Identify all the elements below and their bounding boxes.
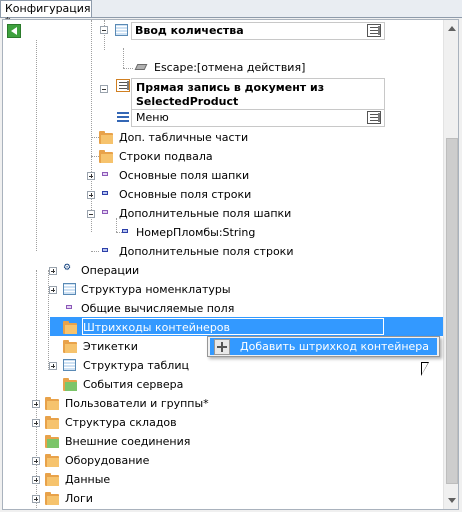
field-icon [66, 305, 72, 309]
tree-line [36, 270, 37, 509]
tree-item-labels[interactable]: Этикетки [83, 340, 138, 353]
table-icon [63, 359, 76, 371]
add-icon [214, 339, 230, 355]
tree-item-seal-number[interactable]: НомерПломбы:String [136, 226, 255, 239]
expand-toggle[interactable] [49, 267, 57, 275]
expand-toggle[interactable] [87, 191, 95, 199]
key-icon [134, 64, 148, 70]
tree-item-nomenclature-structure[interactable]: Структура номенклатуры [81, 283, 231, 296]
field-icon [102, 210, 108, 214]
expand-toggle[interactable] [49, 286, 57, 294]
collapse-left-icon[interactable] [7, 24, 21, 38]
expand-toggle[interactable] [32, 476, 40, 484]
folder-icon [45, 473, 59, 486]
field-icon [122, 229, 128, 233]
expand-toggle[interactable] [32, 495, 40, 503]
collapse-toggle[interactable] [100, 85, 108, 93]
connections-folder-icon [45, 435, 59, 448]
configuration-tree-panel: Ввод количества Escape:[отмена действия]… [2, 19, 459, 510]
vertical-scrollbar[interactable] [443, 20, 458, 509]
scroll-down-icon[interactable] [448, 498, 456, 503]
tree-item-operations[interactable]: Операции [81, 264, 139, 277]
expand-toggle[interactable] [32, 419, 40, 427]
scroll-up-icon[interactable] [448, 26, 456, 31]
tree-item-table-structure[interactable]: Структура таблиц [83, 359, 189, 372]
tree-line [48, 270, 49, 370]
tree-item-common-computed-fields[interactable]: Общие вычисляемые поля [81, 302, 234, 315]
tree-item-footer-rows[interactable]: Строки подвала [119, 150, 213, 163]
tree-item-extra-table-parts[interactable]: Доп. табличные части [119, 131, 248, 144]
expand-toggle[interactable] [32, 457, 40, 465]
context-menu-add-container-barcode[interactable]: Добавить штрихкод контейнера [210, 338, 437, 355]
edit-icon[interactable] [367, 111, 381, 124]
tab-bar: Конфигурация * [0, 0, 462, 28]
tree-item-data[interactable]: Данные [65, 473, 110, 486]
context-menu: Добавить штрихкод контейнера [207, 336, 440, 357]
scrollbar-thumb[interactable] [446, 138, 458, 484]
field-icon [102, 191, 108, 195]
tree-line [116, 218, 117, 232]
table-icon [115, 24, 128, 36]
tree-item-escape[interactable]: Escape:[отмена действия] [154, 61, 305, 74]
expand-toggle[interactable] [49, 362, 57, 370]
tree-line [91, 251, 99, 252]
operations-icon: ⚙ [63, 263, 72, 273]
tree-item-equipment[interactable]: Оборудование [65, 454, 149, 467]
tree-item-users-groups[interactable]: Пользователи и группы* [65, 397, 209, 410]
cell-border [131, 109, 385, 127]
tree-line [36, 40, 37, 251]
tree-item-main-row-fields[interactable]: Основные поля строки [119, 188, 251, 201]
tree-line [91, 156, 99, 157]
tab-configuration[interactable]: Конфигурация * [0, 0, 92, 28]
mouse-cursor-icon [421, 362, 429, 376]
folder-icon [45, 492, 59, 505]
tree-item-server-events[interactable]: События сервера [83, 378, 183, 391]
folder-icon [45, 454, 59, 467]
events-icon [63, 378, 77, 391]
tree-item-extra-row-fields[interactable]: Дополнительные поля строки [119, 245, 293, 258]
cell-border [131, 22, 385, 40]
tree-line [91, 20, 92, 232]
selected-cell-border [82, 318, 384, 335]
users-folder-icon [45, 397, 59, 410]
cell-border [131, 78, 385, 110]
tree-line [123, 48, 124, 68]
context-menu-item-label: Добавить штрихкод контейнера [240, 340, 430, 353]
expand-toggle[interactable] [87, 172, 95, 180]
tree-item-main-header-fields[interactable]: Основные поля шапки [119, 169, 249, 182]
tree-item-warehouse-structure[interactable]: Структура складов [65, 416, 177, 429]
folder-icon [45, 416, 59, 429]
folder-icon [99, 131, 113, 144]
tree-item-extra-header-fields[interactable]: Дополнительные поля шапки [119, 207, 291, 220]
tree-line [91, 137, 99, 138]
field-icon [102, 248, 108, 252]
expand-toggle[interactable] [32, 400, 40, 408]
collapse-toggle[interactable] [100, 26, 108, 34]
tree-line [104, 20, 105, 50]
collapse-toggle[interactable] [87, 210, 95, 218]
document-write-icon [116, 79, 130, 92]
folder-icon [63, 321, 77, 334]
field-icon [102, 172, 108, 176]
tree-item-logs[interactable]: Логи [65, 492, 93, 505]
tree-item-external-connections[interactable]: Внешние соединения [65, 435, 190, 448]
menu-icon [115, 109, 131, 123]
edit-icon[interactable] [367, 24, 381, 37]
folder-icon [99, 150, 113, 163]
tree-line [123, 68, 133, 69]
folder-icon [63, 340, 77, 353]
table-icon [63, 283, 76, 295]
